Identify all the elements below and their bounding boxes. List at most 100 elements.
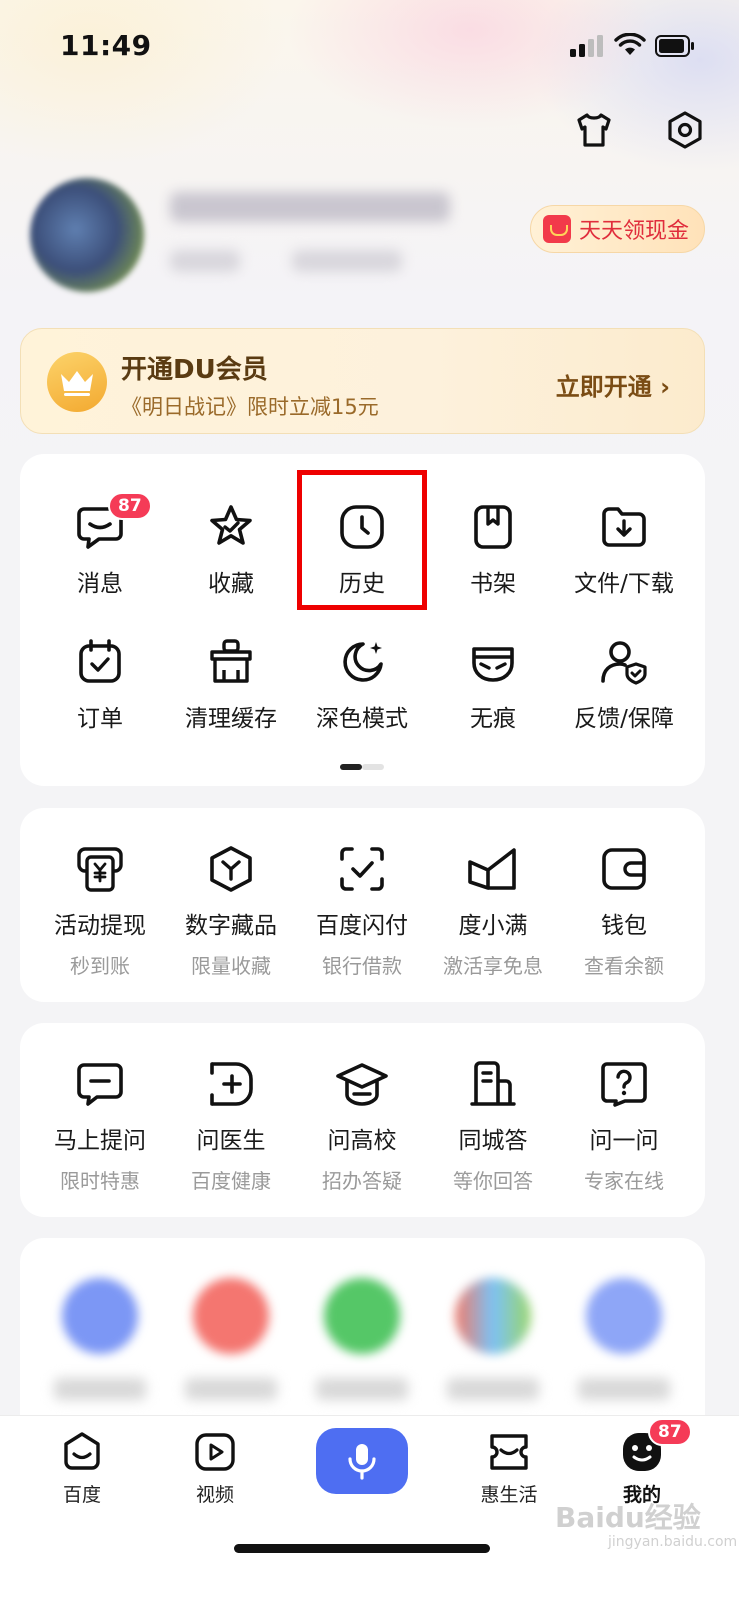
crown-icon (47, 352, 107, 412)
finance-sub: 秒到账 (70, 954, 130, 978)
bottom-tab-bar: 百度 视频 惠生活 我的 87 Baidu经验 jingyan.baidu.co… (0, 1415, 739, 1600)
ask-label: 问高校 (327, 1128, 397, 1154)
avatar[interactable] (30, 178, 144, 292)
tool-feedback[interactable]: 反馈/保障 (558, 637, 690, 733)
ask-label: 同城答 (458, 1128, 528, 1154)
tool-incognito[interactable]: 无痕 (427, 637, 559, 733)
tool-label: 反馈/保障 (574, 706, 674, 732)
profile-stat-blurred (170, 250, 240, 272)
blurred-service-label (185, 1378, 277, 1400)
home-indicator (234, 1544, 490, 1553)
ask-item-local-answers[interactable]: 同城答 等你回答 (427, 1059, 559, 1194)
pager-dot (362, 764, 384, 770)
tool-label: 订单 (77, 706, 123, 732)
video-play-icon (195, 1433, 235, 1471)
blurred-service-icon[interactable] (193, 1278, 269, 1354)
tool-label: 无痕 (470, 706, 516, 732)
blurred-service-icon[interactable] (586, 1278, 662, 1354)
watermark-text: Baidu经验 (555, 1501, 701, 1534)
tool-label: 书架 (470, 571, 516, 597)
tab-label: 百度 (62, 1484, 101, 1506)
blurred-service-icon[interactable] (455, 1278, 531, 1354)
ask-item-college[interactable]: 问高校 招办答疑 (296, 1059, 428, 1194)
mask-icon (472, 647, 514, 682)
finance-label: 百度闪付 (316, 913, 408, 939)
settings-button[interactable] (660, 105, 710, 155)
finance-item-digital-collectibles[interactable]: 数字藏品 限量收藏 (165, 844, 297, 979)
folder-download-icon (602, 507, 646, 547)
tool-favorites[interactable]: 收藏 (165, 502, 297, 598)
building-icon (470, 1061, 516, 1106)
red-envelope-icon (543, 215, 571, 243)
tab-lifestyle[interactable]: 惠生活 (464, 1430, 554, 1507)
ask-sub: 等你回答 (453, 1169, 533, 1193)
daily-cash-label: 天天领现金 (579, 219, 690, 244)
doctor-icon (210, 1062, 253, 1106)
user-shield-icon (601, 641, 647, 685)
tool-clear-cache[interactable]: 清理缓存 (165, 637, 297, 733)
microphone-icon (348, 1444, 376, 1480)
ticket-face-icon (490, 1434, 528, 1470)
tool-label: 消息 (77, 571, 123, 597)
voice-search-button[interactable] (316, 1428, 408, 1494)
finance-item-wallet[interactable]: 钱包 查看余额 (558, 844, 690, 979)
tool-orders[interactable]: 订单 (34, 637, 166, 733)
blurred-service-label (578, 1378, 670, 1400)
watermark-url: jingyan.baidu.com (608, 1534, 738, 1550)
username-blurred[interactable] (170, 192, 450, 222)
ask-label: 马上提问 (54, 1128, 146, 1154)
wallet-icon (602, 848, 646, 890)
tool-label: 深色模式 (316, 706, 408, 732)
ask-sub: 限时特惠 (60, 1169, 140, 1193)
finance-label: 钱包 (601, 913, 647, 939)
status-bar: 11:49 (0, 0, 739, 90)
finance-item-cashout[interactable]: 活动提现 秒到账 (34, 844, 166, 979)
ask-sub: 招办答疑 (322, 1169, 402, 1193)
message-badge: 87 (108, 492, 152, 520)
blurred-service-icon[interactable] (324, 1278, 400, 1354)
tool-files-downloads[interactable]: 文件/下载 (558, 502, 690, 598)
theme-button[interactable] (569, 105, 619, 155)
tab-label: 视频 (195, 1484, 234, 1506)
vip-open-button[interactable]: 立即开通 › (556, 367, 670, 402)
baidu-face-icon (64, 1432, 100, 1470)
ask-item-ask-expert[interactable]: 问一问 专家在线 (558, 1059, 690, 1194)
finance-sub: 激活享免息 (443, 954, 543, 978)
question-icon (601, 1062, 647, 1107)
scan-check-icon (340, 847, 384, 891)
finance-label: 度小满 (458, 913, 528, 939)
vip-title: 开通DU会员 (121, 355, 268, 385)
tool-label: 文件/下载 (574, 571, 674, 597)
tab-baidu[interactable]: 百度 (37, 1430, 127, 1507)
status-time: 11:49 (60, 29, 152, 62)
tool-label: 收藏 (208, 571, 254, 597)
daily-cash-button[interactable]: 天天领现金 (530, 205, 705, 253)
me-badge: 87 (648, 1418, 692, 1446)
battery-icon (655, 35, 694, 57)
tool-bookshelf[interactable]: 书架 (427, 502, 559, 598)
finance-label: 数字藏品 (185, 913, 277, 939)
blurred-service-icon[interactable] (62, 1278, 138, 1354)
profile-stat-blurred (292, 250, 402, 272)
finance-item-duxiaoman[interactable]: 度小满 激活享免息 (427, 844, 559, 979)
cube-icon (210, 846, 252, 892)
finance-sub: 查看余额 (584, 954, 664, 978)
bookshelf-icon (474, 505, 512, 549)
wifi-icon (614, 33, 646, 55)
finance-sub: 限量收藏 (191, 954, 271, 978)
ask-item-doctor[interactable]: 问医生 百度健康 (165, 1059, 297, 1194)
tool-dark-mode[interactable]: 深色模式 (296, 637, 428, 733)
ask-item-ask-now[interactable]: 马上提问 限时特惠 (34, 1059, 166, 1194)
finance-sub: 银行借款 (322, 954, 402, 978)
pager-dot-active (340, 764, 362, 770)
vip-banner[interactable]: 开通DU会员 《明日战记》限时立减15元 立即开通 › (20, 328, 705, 434)
shirt-icon (577, 113, 611, 147)
pager-dots (340, 764, 384, 770)
blurred-service-label (54, 1378, 146, 1400)
calendar-check-icon (79, 639, 121, 683)
ask-label: 问一问 (589, 1128, 659, 1154)
broom-icon (210, 639, 252, 683)
tab-video[interactable]: 视频 (170, 1430, 260, 1507)
finance-item-baidu-pay[interactable]: 百度闪付 银行借款 (296, 844, 428, 979)
tool-label: 清理缓存 (185, 706, 277, 732)
